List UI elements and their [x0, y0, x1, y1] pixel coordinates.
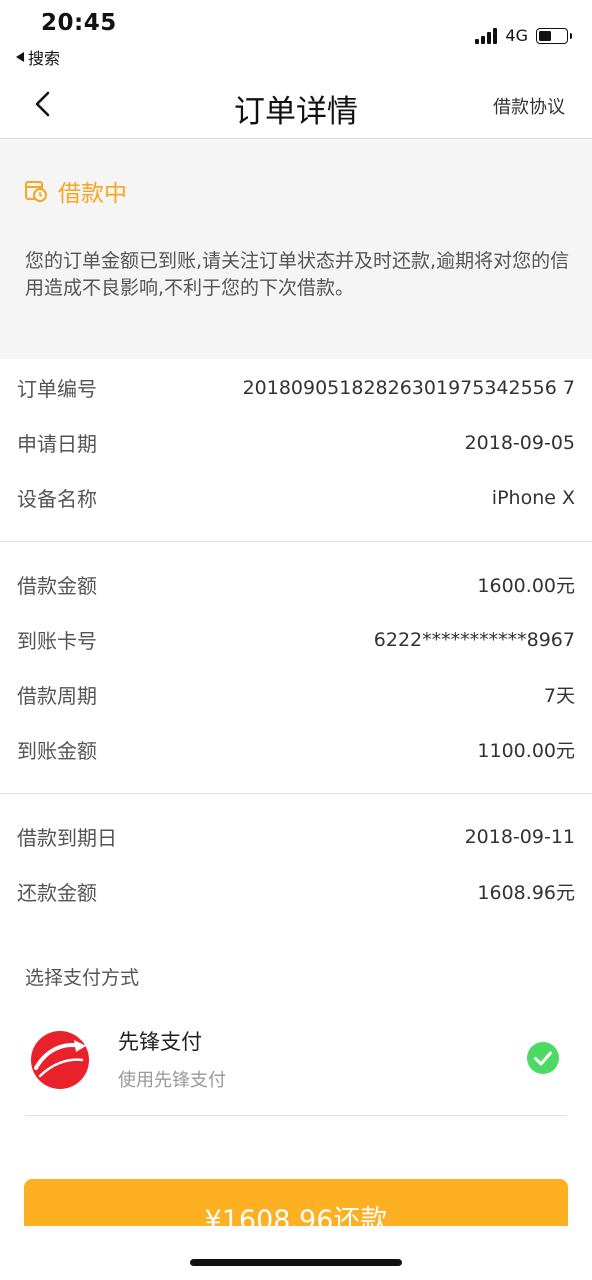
home-indicator[interactable]	[190, 1259, 402, 1266]
loan-info-section: 借款金额 1600.00元 到账卡号 6222***********8967 借…	[0, 557, 592, 777]
ucf-pay-logo-icon	[31, 1031, 89, 1089]
received-amount-row: 到账金额 1100.00元	[0, 722, 592, 777]
bottom-safe-area	[0, 1226, 592, 1280]
selected-check-icon[interactable]	[527, 1042, 559, 1074]
device-name-value: iPhone X	[491, 486, 575, 509]
status-indicators: 4G	[475, 26, 572, 45]
loan-status-label: 借款中	[58, 181, 127, 207]
apply-date-label: 申请日期	[17, 432, 97, 456]
repay-amount-row: 还款金额 1608.96元	[0, 864, 592, 919]
card-number-row: 到账卡号 6222***********8967	[0, 612, 592, 667]
device-name-label: 设备名称	[17, 487, 97, 511]
divider	[0, 541, 592, 542]
loan-status-panel: 借款中 您的订单金额已到账,请关注订单状态并及时还款,逾期将对您的信用造成不良影…	[0, 140, 592, 359]
divider	[0, 793, 592, 794]
loan-period-value: 7天	[543, 685, 575, 707]
repay-amount-label: 还款金额	[17, 881, 97, 905]
cellular-signal-icon	[475, 27, 498, 44]
order-number-label: 订单编号	[17, 377, 97, 401]
repay-info-section: 借款到期日 2018-09-11 还款金额 1608.96元	[0, 809, 592, 919]
due-date-row: 借款到期日 2018-09-11	[0, 809, 592, 864]
received-amount-label: 到账金额	[17, 739, 97, 763]
network-type: 4G	[505, 26, 528, 45]
order-info-section: 订单编号 20180905182826301975342556 7 申请日期 2…	[0, 360, 592, 525]
repay-amount-value: 1608.96元	[477, 882, 575, 904]
order-number-row: 订单编号 20180905182826301975342556 7	[0, 360, 592, 415]
payment-method-option[interactable]: 先锋支付 使用先锋支付	[25, 1022, 567, 1116]
loan-agreement-link[interactable]: 借款协议	[493, 93, 565, 119]
apply-date-row: 申请日期 2018-09-05	[0, 415, 592, 470]
back-triangle-icon	[16, 52, 24, 62]
status-bar: 20:45 搜索 4G	[0, 0, 592, 70]
loan-amount-value: 1600.00元	[477, 575, 575, 597]
due-date-value: 2018-09-11	[464, 825, 575, 848]
loan-status-message: 您的订单金额已到账,请关注订单状态并及时还款,逾期将对您的信用造成不良影响,不利…	[25, 250, 570, 299]
back-to-app-button[interactable]: 搜索	[16, 45, 60, 69]
back-app-label: 搜索	[28, 49, 61, 68]
due-date-label: 借款到期日	[17, 826, 117, 850]
payment-method-name: 先锋支付	[118, 1030, 202, 1054]
apply-date-value: 2018-09-05	[464, 431, 575, 454]
loan-status-header: 借款中	[24, 174, 127, 208]
device-name-row: 设备名称 iPhone X	[0, 470, 592, 525]
payment-method-title: 选择支付方式	[25, 967, 140, 989]
order-number-value: 20180905182826301975342556 7	[242, 376, 575, 399]
battery-icon	[536, 27, 572, 44]
payment-method-desc: 使用先锋支付	[118, 1070, 226, 1091]
received-amount-value: 1100.00元	[477, 740, 575, 762]
status-time: 20:45	[41, 10, 117, 36]
loan-amount-row: 借款金额 1600.00元	[0, 557, 592, 612]
loan-amount-label: 借款金额	[17, 574, 97, 598]
calendar-clock-icon	[25, 181, 47, 202]
navigation-bar: 订单详情 借款协议	[0, 70, 592, 139]
loan-period-row: 借款周期 7天	[0, 667, 592, 722]
card-number-value: 6222***********8967	[373, 628, 575, 651]
card-number-label: 到账卡号	[17, 629, 97, 653]
loan-period-label: 借款周期	[17, 684, 97, 708]
